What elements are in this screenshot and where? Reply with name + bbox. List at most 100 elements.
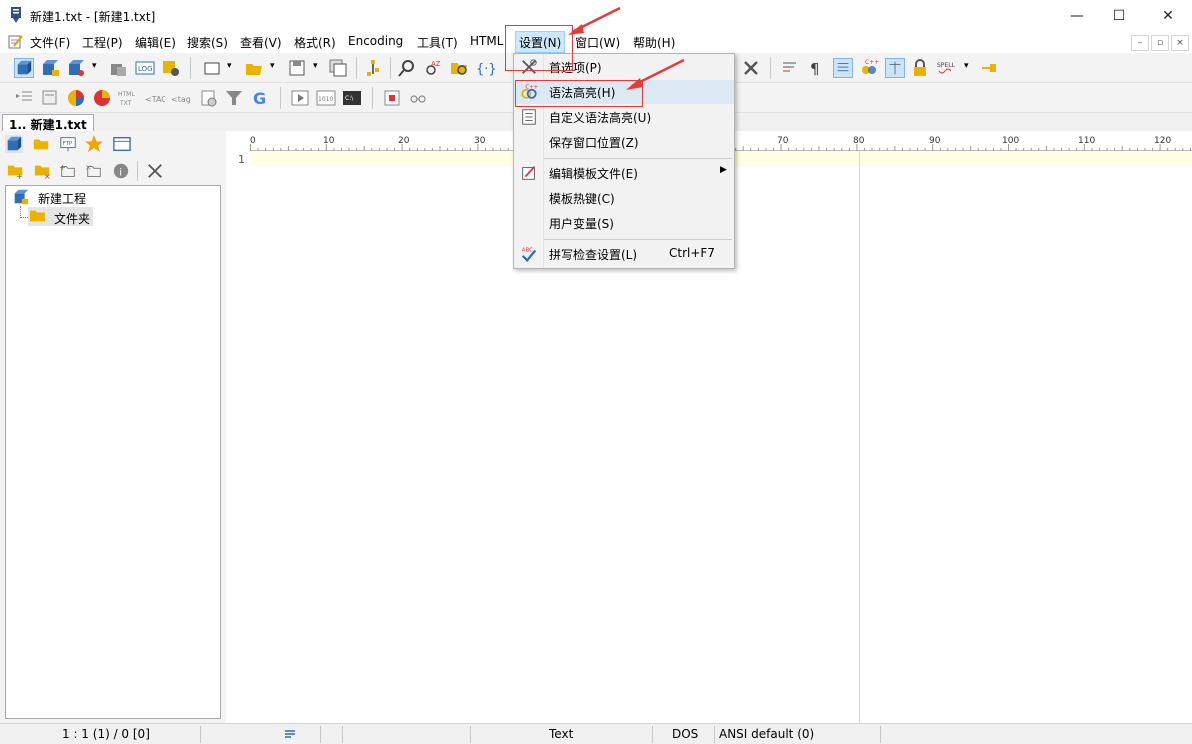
custom-syntax-icon (522, 109, 536, 125)
menu-tools[interactable]: 工具(T) (417, 34, 458, 51)
open-folder-icon[interactable] (244, 58, 264, 78)
save-all-icon[interactable] (328, 58, 348, 78)
svg-text:{·}: {·} (476, 62, 495, 77)
project-settings-icon[interactable] (161, 58, 181, 78)
menu-edit[interactable]: 编辑(E) (135, 34, 176, 51)
column-marker-icon[interactable] (885, 58, 905, 78)
html-to-text-icon[interactable]: HTML TXT (118, 88, 138, 108)
encoding-status[interactable]: ANSI default (0) (719, 727, 814, 741)
mdi-close-button[interactable]: × (1171, 35, 1189, 51)
google-icon[interactable]: G (251, 88, 271, 108)
maximize-button[interactable]: ☐ (1096, 0, 1142, 31)
remove-folder-icon[interactable]: × (33, 162, 53, 180)
menu-project[interactable]: 工程(P) (82, 34, 123, 51)
replace-icon[interactable]: AZ (423, 58, 443, 78)
project-view-icon[interactable] (5, 135, 23, 153)
svg-text:ABC: ABC (522, 247, 533, 253)
menu-item-spell-check-settings[interactable]: ABC 拼写检查设置(L) Ctrl+F7 (514, 242, 734, 266)
menu-item-custom-syntax[interactable]: 自定义语法高亮(U) (514, 105, 734, 129)
spell-check-toolbar-icon[interactable]: SPELL (936, 58, 956, 78)
tree-icon[interactable] (363, 58, 383, 78)
braces-icon[interactable]: {·} (475, 58, 495, 78)
line-numbers-icon[interactable] (833, 58, 853, 78)
color-picker-icon[interactable] (92, 88, 112, 108)
remove-file-icon[interactable]: × (84, 162, 104, 180)
filter-icon[interactable] (224, 88, 244, 108)
binary-icon[interactable]: 1010 (316, 88, 336, 108)
ruler-label: 90 (929, 136, 941, 146)
menu-item-save-window-position[interactable]: 保存窗口位置(Z) (514, 130, 734, 154)
menu-item-template-hotkeys[interactable]: 模板热键(C) (514, 186, 734, 210)
add-file-icon[interactable]: + (58, 162, 78, 180)
new-project-icon[interactable] (14, 58, 34, 78)
pilcrow-icon[interactable]: ¶ (806, 58, 826, 78)
menu-file[interactable]: 文件(F) (30, 34, 70, 51)
color-wheel-icon[interactable] (66, 88, 86, 108)
indent-icon[interactable] (14, 88, 34, 108)
ruler-label: 10 (323, 136, 335, 146)
open-project-icon[interactable] (40, 58, 60, 78)
annotation-arrow-icon (626, 58, 685, 90)
log-icon[interactable]: LOG (135, 58, 155, 78)
save-icon[interactable] (287, 58, 307, 78)
web-preview-icon[interactable] (199, 88, 219, 108)
lock-icon[interactable] (910, 58, 930, 78)
dropdown-arrow-icon[interactable]: ▾ (964, 61, 969, 71)
tab-file-1[interactable]: 1.. 新建1.txt (2, 114, 94, 132)
window-list-icon[interactable] (111, 135, 133, 153)
cursor-position: 1 : 1 (1) / 0 [0] (62, 727, 150, 741)
new-file-icon[interactable] (202, 58, 222, 78)
record-macro-icon[interactable] (382, 88, 402, 108)
dropdown-arrow-icon[interactable]: ▾ (270, 61, 275, 71)
annotation-arrow-icon (568, 6, 621, 35)
close-file-icon[interactable] (741, 58, 761, 78)
console-icon[interactable]: C:\ (342, 88, 362, 108)
favorites-star-icon[interactable] (84, 134, 104, 154)
run-icon[interactable] (290, 88, 310, 108)
tag-icon[interactable]: <TAG (145, 88, 165, 108)
ruler-label: 110 (1078, 136, 1096, 146)
menu-item-user-variables[interactable]: 用户变量(S) (514, 211, 734, 235)
find-in-files-icon[interactable] (449, 58, 469, 78)
svg-text:¶: ¶ (810, 60, 820, 78)
menu-help[interactable]: 帮助(H) (633, 34, 675, 51)
menu-search[interactable]: 搜索(S) (187, 34, 228, 51)
mdi-minimize-button[interactable]: – (1131, 35, 1149, 51)
ruler-label: 30 (474, 136, 486, 146)
svg-text:+: + (59, 162, 66, 172)
close-project-icon[interactable] (108, 58, 128, 78)
menu-html[interactable]: HTML (470, 34, 503, 48)
save-project-icon[interactable] (66, 58, 86, 78)
file-mode[interactable]: Text (549, 727, 573, 741)
tree-folder[interactable]: 文件夹 (54, 210, 90, 227)
tag-lowercase-icon[interactable]: <tag (171, 88, 191, 108)
menu-format[interactable]: 格式(R) (294, 34, 336, 51)
line-ending[interactable]: DOS (672, 727, 698, 741)
format-icon[interactable] (40, 88, 60, 108)
play-macro-icon[interactable] (408, 88, 428, 108)
ruler-label: 80 (853, 136, 865, 146)
menu-view[interactable]: 查看(V) (240, 34, 282, 51)
svg-text:1010: 1010 (318, 96, 333, 103)
pin-icon[interactable] (980, 58, 1000, 78)
edit-template-icon (522, 166, 536, 180)
menu-encoding[interactable]: Encoding (348, 34, 403, 48)
tree-root-project[interactable]: 新建工程 (38, 190, 86, 207)
dropdown-arrow-icon[interactable]: ▾ (92, 61, 97, 71)
folder-view-icon[interactable] (32, 135, 50, 153)
tools-icon[interactable] (145, 162, 165, 180)
dropdown-arrow-icon[interactable]: ▾ (313, 61, 318, 71)
minimize-button[interactable]: — (1054, 0, 1100, 31)
syntax-highlight-toggle-icon[interactable]: C++ (859, 58, 879, 78)
ftp-icon[interactable]: FTP (58, 135, 78, 153)
submenu-arrow-icon: ▶ (720, 165, 727, 175)
menu-item-edit-template[interactable]: 编辑模板文件(E) ▶ (514, 161, 734, 185)
info-icon[interactable]: i (111, 162, 131, 180)
close-button[interactable]: ✕ (1145, 0, 1191, 31)
mdi-restore-button[interactable]: ▫ (1151, 35, 1169, 51)
add-folder-icon[interactable]: + (6, 162, 26, 180)
find-icon[interactable] (397, 58, 417, 78)
svg-text:G: G (253, 89, 266, 108)
dropdown-arrow-icon[interactable]: ▾ (227, 61, 232, 71)
word-wrap-icon[interactable] (780, 58, 800, 78)
